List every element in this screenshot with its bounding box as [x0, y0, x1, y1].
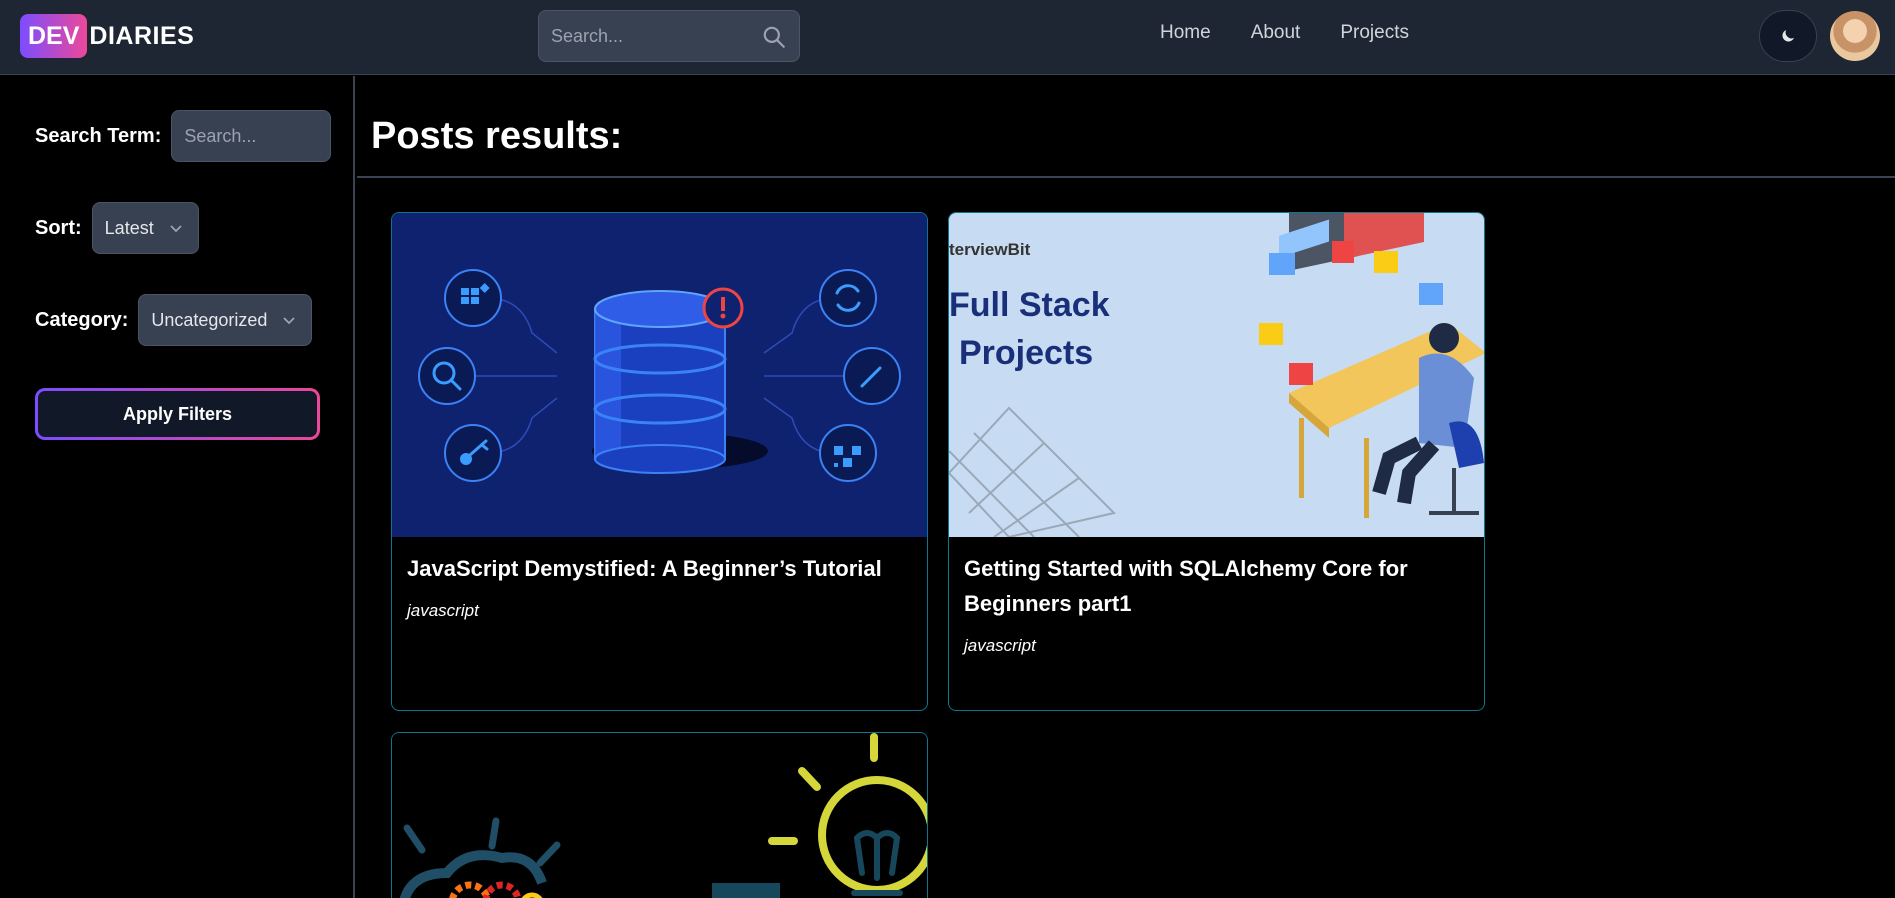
- category-select-value: Uncategorized: [151, 309, 268, 330]
- post-tag[interactable]: javascript: [964, 636, 1036, 656]
- brand-logo-dev: DEV: [20, 14, 88, 58]
- user-avatar[interactable]: [1830, 11, 1880, 61]
- apply-filters-button[interactable]: Apply Filters: [35, 388, 320, 440]
- post-title[interactable]: Getting Started with SQLAlchemy Core for…: [964, 551, 1469, 621]
- filter-sidebar: Search Term: Sort: Latest Category: Unca…: [0, 76, 355, 898]
- post-tag[interactable]: javascript: [407, 601, 479, 621]
- sort-label: Sort:: [35, 216, 82, 239]
- moon-icon: [1782, 30, 1794, 42]
- top-navbar: DEV DIARIES Home About Projects: [0, 0, 1895, 75]
- sort-row: Sort: Latest: [35, 202, 199, 254]
- title-divider: [357, 176, 1895, 178]
- post-card[interactable]: [391, 732, 928, 898]
- thumbnail-brand-text: terviewBit: [949, 240, 1031, 259]
- post-card[interactable]: terviewBit Full Stack Projects Getting S…: [948, 212, 1485, 711]
- nav-home[interactable]: Home: [1160, 22, 1211, 44]
- category-row: Category: Uncategorized: [35, 294, 313, 346]
- brand-logo-diaries: DIARIES: [89, 21, 195, 50]
- category-label: Category:: [35, 308, 129, 331]
- search-term-label: Search Term:: [35, 124, 162, 147]
- post-thumbnail: [392, 733, 927, 898]
- search-term-row: Search Term:: [35, 110, 332, 162]
- post-card[interactable]: JavaScript Demystified: A Beginner’s Tut…: [391, 212, 928, 711]
- theme-toggle-button[interactable]: [1759, 10, 1817, 62]
- post-thumbnail: terviewBit Full Stack Projects: [949, 213, 1484, 537]
- sort-select[interactable]: Latest: [91, 202, 199, 254]
- post-thumbnail: [392, 213, 927, 537]
- chevron-down-icon: [283, 317, 296, 325]
- search-icon[interactable]: [761, 24, 787, 50]
- brand-logo[interactable]: DEV DIARIES: [20, 14, 194, 58]
- sort-select-value: Latest: [104, 217, 154, 238]
- main-nav: Home About Projects: [1160, 22, 1409, 44]
- page-title: Posts results:: [371, 115, 623, 157]
- header-search: [538, 10, 800, 62]
- header-search-input[interactable]: [551, 11, 751, 61]
- nav-projects[interactable]: Projects: [1340, 22, 1409, 44]
- thumbnail-headline-2: Projects: [959, 334, 1093, 372]
- nav-about[interactable]: About: [1251, 22, 1301, 44]
- post-title[interactable]: JavaScript Demystified: A Beginner’s Tut…: [407, 551, 912, 586]
- thumbnail-headline-1: Full Stack: [949, 286, 1110, 324]
- category-select[interactable]: Uncategorized: [138, 294, 313, 346]
- chevron-down-icon: [170, 225, 182, 233]
- search-term-input[interactable]: [171, 110, 332, 162]
